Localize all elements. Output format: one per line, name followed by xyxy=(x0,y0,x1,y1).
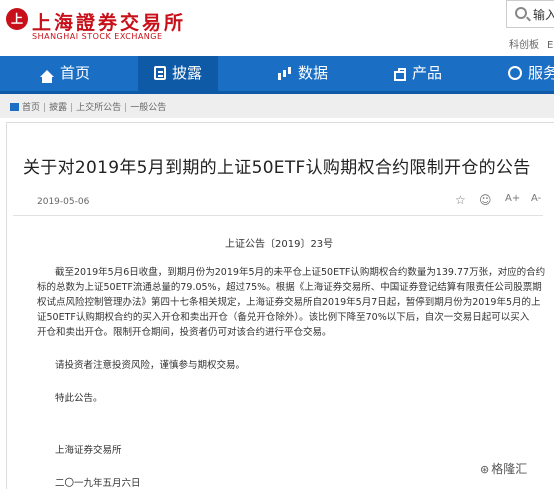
paragraph-line: 标的总数为上证50ETF流通总量的79.05%，超过75%。根据《上海证券交易所… xyxy=(37,282,542,293)
main-nav: 首页 披露 数据 产品 服务 xyxy=(0,56,554,94)
divider xyxy=(13,215,543,216)
signature-date: 二〇一九年五月六日 xyxy=(55,478,141,489)
nav-item-services[interactable]: 服务 xyxy=(508,56,554,91)
paragraph-closing: 特此公告。 xyxy=(55,393,103,404)
search-icon[interactable] xyxy=(515,7,527,19)
breadcrumb-sse-notices[interactable]: 上交所公告 xyxy=(76,103,121,113)
document-number: 上证公告〔2019〕23号 xyxy=(225,239,334,250)
paragraph-line: 开仓和卖出开仓。限制开仓期间，投资者仍可对该合约进行平仓交易。 xyxy=(37,327,332,338)
paragraph-risk-warning: 请投资者注意投资风险，谨慎参与期权交易。 xyxy=(55,360,246,371)
breadcrumb: 首页 | 披露 | 上交所公告 | 一般公告 xyxy=(10,100,166,113)
breadcrumb-bar: 首页 | 披露 | 上交所公告 | 一般公告 xyxy=(0,94,554,118)
sse-logo[interactable]: 上 上海證券交易所 SHANGHAI STOCK EXCHANGE xyxy=(6,8,206,42)
site-header: 上 上海證券交易所 SHANGHAI STOCK EXCHANGE 输入 科创板… xyxy=(0,0,554,56)
nav-label: 首页 xyxy=(60,64,91,82)
nav-item-data[interactable]: 数据 xyxy=(278,56,328,91)
wechat-icon[interactable]: ☺ xyxy=(479,193,492,207)
paragraph-line: 权试点风险控制管理办法》第四十七条相关规定，上海证券交易所自2019年5月7日起… xyxy=(37,297,541,308)
nav-label: 数据 xyxy=(298,64,329,82)
star-icon[interactable]: ☆ xyxy=(455,193,466,207)
home-icon xyxy=(40,70,54,83)
disclosure-icon xyxy=(154,66,166,80)
link-star-market[interactable]: 科创板 xyxy=(509,40,539,51)
nav-item-products[interactable]: 产品 xyxy=(394,56,442,91)
logo-english-name: SHANGHAI STOCK EXCHANGE xyxy=(32,32,163,41)
nav-item-disclosure[interactable]: 披露 xyxy=(138,56,219,91)
announcement-card: 关于对2019年5月到期的上证50ETF认购期权合约限制开仓的公告 2019-0… xyxy=(6,122,554,489)
nav-label: 披露 xyxy=(172,64,203,82)
paragraph-line: 截至2019年5月6日收盘，到期月份为2019年5月的未平仓上证50ETF认购期… xyxy=(55,267,546,278)
header-links: 科创板 En xyxy=(509,36,554,51)
nav-label: 产品 xyxy=(412,64,443,82)
breadcrumb-general-notices[interactable]: 一般公告 xyxy=(130,103,166,113)
search-input[interactable]: 输入 xyxy=(506,0,554,28)
watermark-text: 格隆汇 xyxy=(491,462,528,476)
nav-item-home[interactable]: 首页 xyxy=(40,56,90,91)
font-decrease-icon[interactable]: A- xyxy=(531,193,541,204)
logo-chinese-name: 上海證券交易所 xyxy=(32,12,187,34)
nav-label: 服务 xyxy=(528,64,554,82)
watermark: ⊛ 格隆汇 xyxy=(480,460,527,477)
gelonghui-logo-icon: ⊛ xyxy=(480,463,490,476)
article-tools: ☆ ☺ A+ A- xyxy=(449,193,549,209)
service-icon xyxy=(508,66,522,80)
data-icon xyxy=(278,66,292,80)
link-english[interactable]: En xyxy=(547,40,554,51)
breadcrumb-home[interactable]: 首页 xyxy=(22,103,40,113)
product-icon xyxy=(394,68,406,81)
font-increase-icon[interactable]: A+ xyxy=(505,193,520,204)
home-icon xyxy=(10,103,19,111)
page-title: 关于对2019年5月到期的上证50ETF认购期权合约限制开仓的公告 xyxy=(23,158,531,178)
signature-org: 上海证券交易所 xyxy=(55,445,122,456)
paragraph-line: 证50ETF认购期权合约的买入开仓和卖出开仓（备兑开仓除外）。该比例下降至70%… xyxy=(37,312,530,323)
breadcrumb-disclosure[interactable]: 披露 xyxy=(49,103,67,113)
paragraph-main: 截至2019年5月6日收盘，到期月份为2019年5月的未平仓上证50ETF认购期… xyxy=(37,265,545,340)
logo-emblem: 上 xyxy=(6,8,28,30)
publish-date: 2019-05-06 xyxy=(37,197,90,207)
search-placeholder: 输入 xyxy=(533,8,554,22)
